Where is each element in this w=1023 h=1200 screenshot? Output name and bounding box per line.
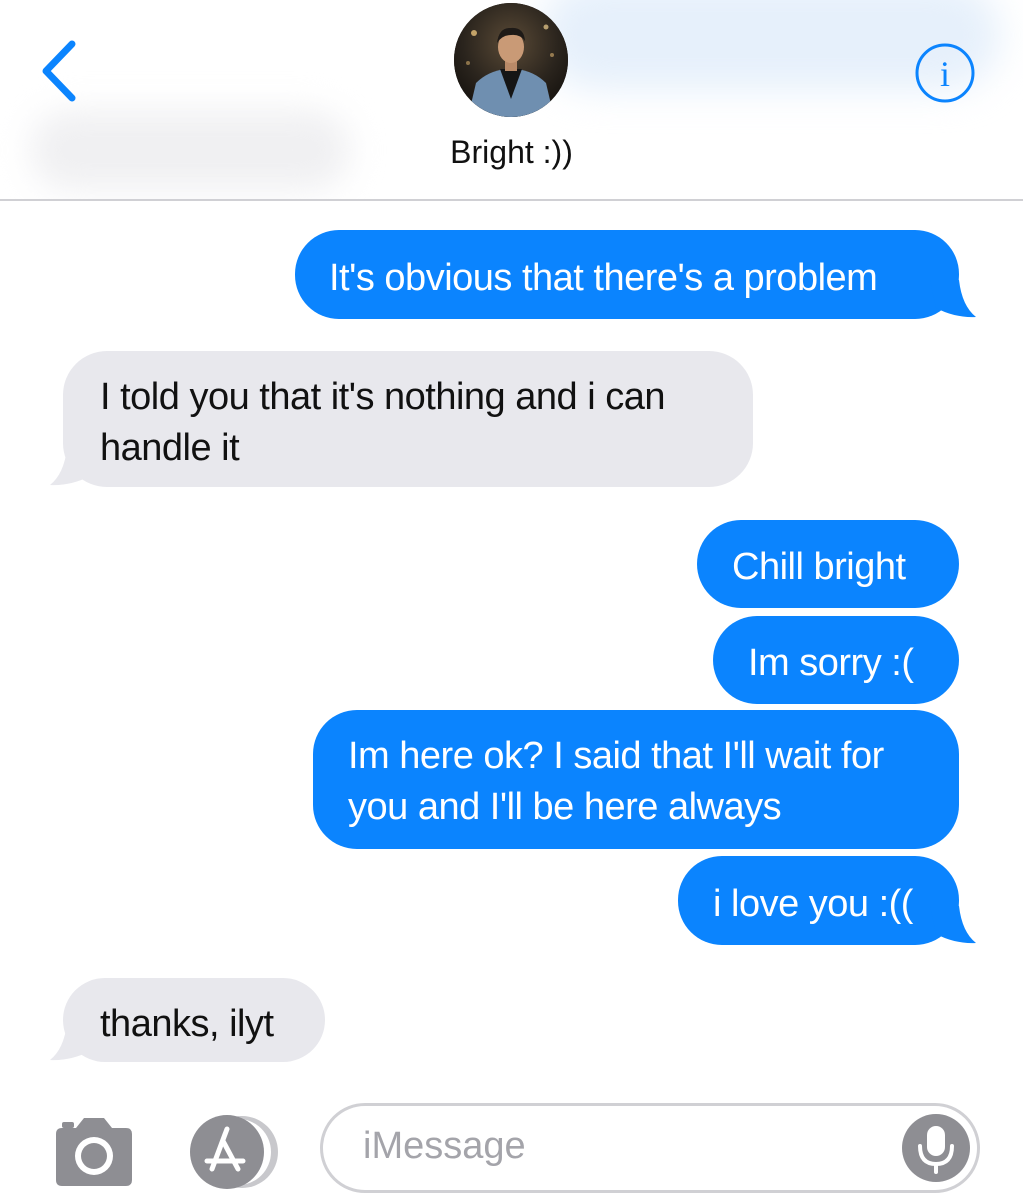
received-bubble-tail (50, 448, 96, 486)
sent-bubble-tail (930, 280, 976, 318)
app-store-button[interactable] (185, 1112, 285, 1192)
message-text-line: I told you that it's nothing and i can (100, 376, 665, 418)
sent-bubble-tail (930, 906, 976, 944)
input-placeholder: iMessage (363, 1125, 526, 1167)
message-text: i love you :(( (713, 883, 913, 925)
message-text-line: handle it (100, 427, 240, 469)
imessage-input[interactable]: iMessage (320, 1103, 980, 1193)
message-text-line: you and I'll be here always (348, 786, 782, 828)
message-text-line: Im here ok? I said that I'll wait for (348, 735, 884, 777)
message-bubble-sent[interactable]: Im here ok? I said that I'll wait for yo… (313, 710, 959, 849)
microphone-button[interactable] (902, 1114, 970, 1182)
message-bubble-sent[interactable]: Chill bright (697, 520, 959, 608)
back-button[interactable] (34, 36, 84, 106)
chevron-left-icon (42, 40, 76, 102)
received-bubble-tail (50, 1023, 96, 1061)
microphone-icon (918, 1126, 954, 1174)
conversation-header: Bright :)) i (0, 0, 1023, 201)
info-icon: i (915, 43, 975, 103)
avatar-photo (454, 3, 568, 117)
message-bubble-sent[interactable]: i love you :(( (678, 856, 959, 945)
message-text: thanks, ilyt (100, 1003, 274, 1045)
camera-button[interactable] (52, 1114, 136, 1188)
contact-avatar[interactable] (454, 3, 568, 117)
message-bubble-received[interactable]: thanks, ilyt (63, 978, 325, 1062)
message-text: It's obvious that there's a problem (329, 257, 878, 299)
message-text: Chill bright (732, 546, 906, 588)
conversation-screen: Bright :)) i It's obvious that there's a… (0, 0, 1023, 1200)
svg-text:i: i (940, 54, 950, 94)
app-store-icon (190, 1115, 278, 1189)
message-bubble-sent[interactable]: It's obvious that there's a problem (295, 230, 959, 319)
info-button[interactable]: i (914, 42, 976, 104)
message-bubble-sent[interactable]: Im sorry :( (713, 616, 959, 704)
contact-name[interactable]: Bright :)) (0, 134, 1023, 171)
camera-icon (56, 1118, 132, 1186)
message-text: Im sorry :( (748, 642, 914, 684)
message-bubble-received[interactable]: I told you that it's nothing and i can h… (63, 351, 753, 487)
